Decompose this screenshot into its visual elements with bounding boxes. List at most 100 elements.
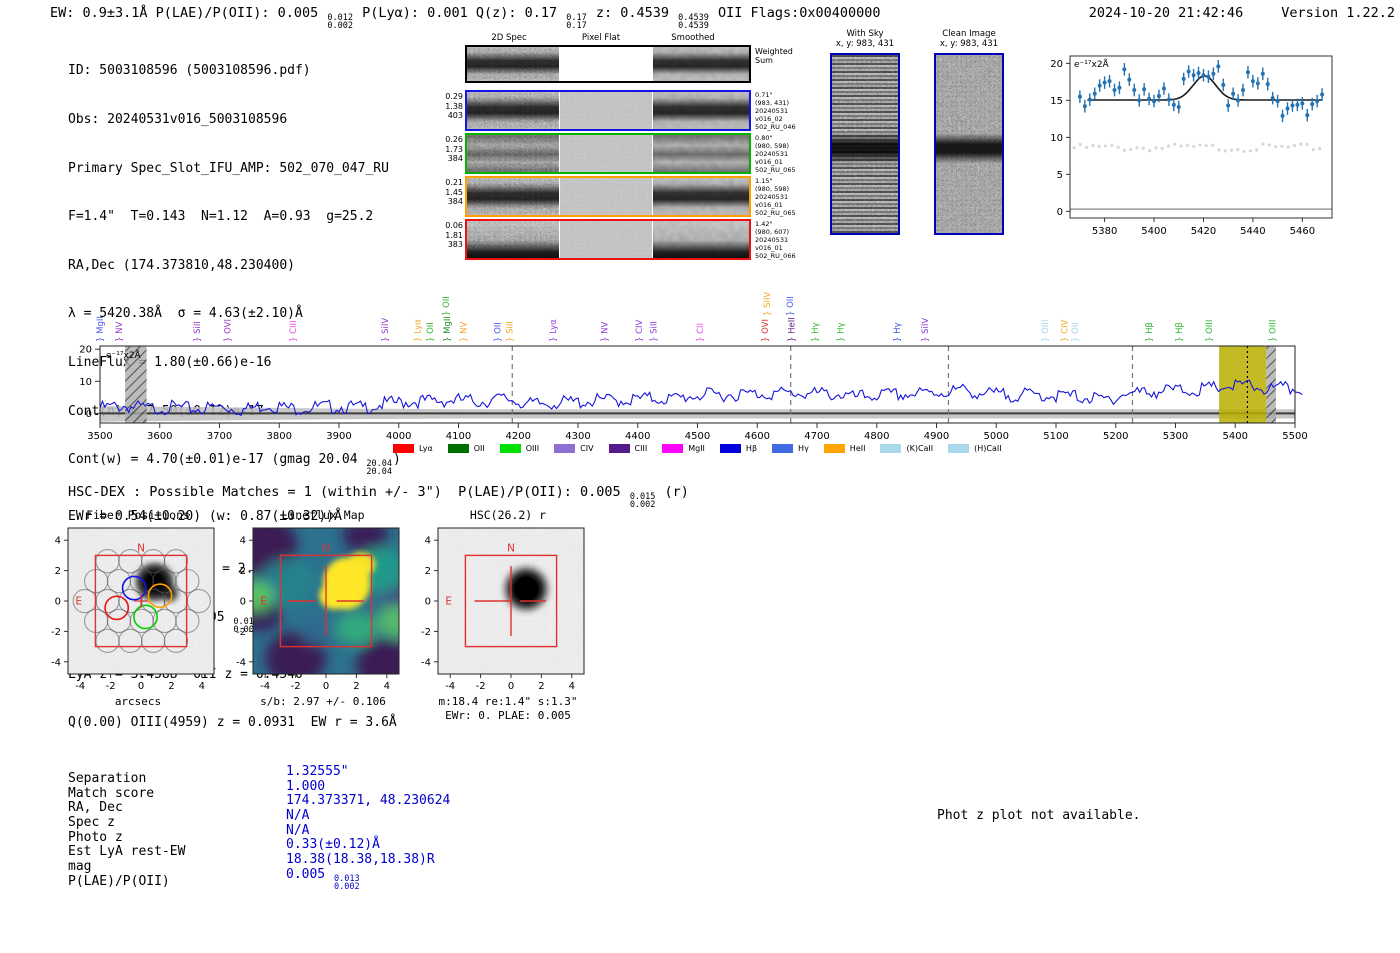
svg-text:E: E [260,596,267,608]
emission-line-label: } OVI [761,319,771,342]
cutout-left-labels: 0.26 1.73 384 [445,135,463,163]
svg-text:0: 0 [508,681,514,692]
row-value: 1.000 [286,778,326,794]
svg-text:-4: -4 [75,681,85,692]
emission-line-label: } NV [115,322,125,342]
svg-text:4: 4 [199,681,205,692]
svg-text:3600: 3600 [147,431,172,442]
cutout-image-soft [653,47,749,81]
svg-text:0: 0 [425,597,431,608]
row-label: Separation [68,771,147,786]
emission-line-label: } Hβ [1175,322,1185,342]
emission-line-label: } SiII [649,321,659,342]
legend-swatch [948,444,970,453]
cutout-image-flat [560,92,652,129]
svg-text:0: 0 [240,597,246,608]
match-table: Separation 1.32555" Match score 1.000 RA, … [68,764,450,891]
legend-swatch [662,444,684,453]
table-row: P(LAE)/P(OII) 0.005 0.013 0.002 [68,867,450,891]
svg-text:4: 4 [425,536,431,547]
fiber-positions-title: Fiber Positions [86,508,190,522]
svg-text:2: 2 [353,681,359,692]
fiber-xlabel: arcsecs [114,695,162,708]
emission-line-label: } SiII [505,321,515,342]
table-row: mag 18.38(18.38,18.38)R [68,852,450,874]
sky-panel-coords: x, y: 983, 431 [835,39,895,49]
legend-label: Hβ [745,444,758,453]
svg-text:N: N [507,543,515,555]
emission-line-label: } Hγ [836,322,846,342]
legend-swatch [772,444,794,453]
row-value: 1.32555" [286,764,349,779]
svg-text:4000: 4000 [386,431,411,442]
svg-text:3800: 3800 [267,431,292,442]
row-value: 0.005 0.013 0.002 [286,866,360,892]
emission-line-label: } Lyα [413,319,423,342]
svg-text:4: 4 [240,536,246,547]
svg-text:5380: 5380 [1092,226,1117,237]
svg-text:3900: 3900 [326,431,351,442]
legend-label: CIV [580,444,594,453]
svg-text:5440: 5440 [1240,226,1265,237]
row-label: P(LAE)/P(OII) [68,873,170,889]
table-row: Photo z N/A [68,823,450,845]
svg-text:2: 2 [168,681,174,692]
emission-line-label: } HeII [787,317,797,342]
legend-label: MgII [688,444,705,453]
emission-line-label: } OIII [1041,320,1051,342]
svg-text:-4: -4 [445,681,455,692]
phot-z-note: Phot z plot not available. [937,808,1141,823]
svg-text:4: 4 [384,681,390,692]
svg-text:5200: 5200 [1103,431,1128,442]
cutout-column-header: Smoothed [671,33,715,43]
header-meta: 2024-10-20 21:42:46 Version 1.22.2 [1051,5,1395,30]
svg-text:3700: 3700 [207,431,232,442]
svg-text:0: 0 [323,681,329,692]
legend-label: Hγ [798,444,809,453]
cutout-image-fine [467,135,559,172]
svg-text:4200: 4200 [506,431,531,442]
svg-text:E: E [75,596,82,608]
emission-line-label: } CIII [289,320,299,342]
emission-line-label: } Hγ [893,322,903,342]
svg-text:-2: -2 [106,681,116,692]
sky-panel-coords: x, y: 983, 431 [939,39,999,49]
cutout-image-fine [467,221,559,258]
info-line-seeing: F=1.4" T=0.143 N=1.12 A=0.93 g=25.2 [68,209,374,225]
cutout-column-header: Pixel Flat [581,33,621,43]
cutout-right-labels: 0.71" (983, 431) 20240531 v016_02 502_RU_046 [755,91,796,131]
emission-line-label: } SiII [193,321,203,342]
svg-text:5300: 5300 [1163,431,1188,442]
svg-text:0: 0 [138,681,144,692]
cutout-right-labels: 1.42" (980, 607) 20240531 v016_01 502_RU_066 [755,220,796,260]
report-timestamp: 2024-10-20 21:42:46 [1088,5,1244,21]
svg-text:5100: 5100 [1043,431,1068,442]
svg-text:-4: -4 [236,657,246,668]
cutout-left-labels: 0.06 1.81 383 [445,221,463,249]
cutout-left-labels: 0.29 1.38 403 [445,92,463,120]
sky-panel-title: Clean Image [942,29,996,39]
svg-text:4400: 4400 [625,431,650,442]
svg-text:2: 2 [55,566,61,577]
svg-text:10: 10 [1050,133,1063,144]
emission-line-label: } OII [1071,322,1081,342]
svg-text:5: 5 [1057,170,1063,181]
svg-text:5000: 5000 [984,431,1009,442]
svg-text:-4: -4 [51,657,61,668]
emission-line-label: } OII [442,296,452,316]
cutout-left-labels: 0.21 1.45 384 [445,178,463,206]
svg-text:4500: 4500 [685,431,710,442]
emission-line-label: } MgII [96,316,106,342]
svg-text:0: 0 [55,597,61,608]
legend-label: (K)CaII [906,444,934,453]
svg-text:15: 15 [1050,96,1063,107]
full-spectrum-plot: 0 10 20 3500 3600 3700 3800 3900 4000 4100 4200 430… [79,292,1307,442]
legend-swatch [554,444,576,453]
lineflux-map-title: Lineflux Map [281,508,365,522]
emission-line-label: } CII [696,323,706,342]
legend-swatch [608,444,630,453]
spectrum-legend: Lyα OII OIII CIV CIII MgII Hβ Hγ HeII (K)CaII (H)C… [393,444,1017,453]
info-line-q: Q(0.00) OIII(4959) z = 0.0931 EW r = 3.6… [68,715,397,731]
row-value: 18.38(18.38,18.38)R [286,852,435,868]
legend-label: OIII [525,444,540,453]
